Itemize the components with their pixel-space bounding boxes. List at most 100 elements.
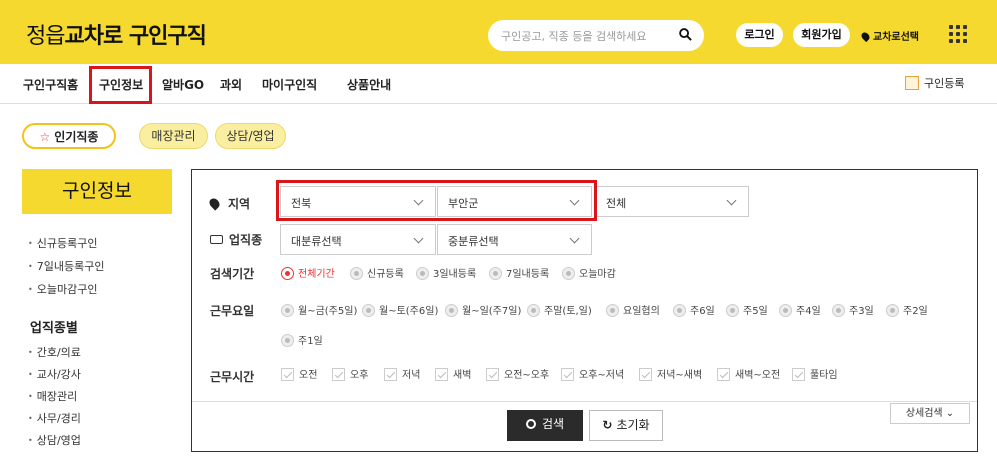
radio-icon [832, 304, 845, 317]
search-placeholder: 구인공고, 직종 등을 검색하세요 [501, 30, 647, 43]
period-option-label: 오늘마감 [579, 269, 616, 280]
time-option-label: 저녁~새벽 [657, 370, 703, 381]
days-option[interactable]: 주4일 [779, 302, 821, 317]
nav-home[interactable]: 구인구직홈 [23, 76, 78, 93]
time-option-label: 오후~저녁 [579, 370, 625, 381]
popular-jobs-chip[interactable]: ☆ 인기직종 [22, 123, 116, 149]
search-button-label: 검색 [541, 417, 565, 431]
sidebar-link-7days[interactable]: 7일내등록구인 [28, 255, 172, 278]
nav-albago[interactable]: 알바GO [162, 76, 204, 93]
radio-icon [606, 304, 619, 317]
days-option[interactable]: 주2일 [886, 302, 928, 317]
days-option[interactable]: 요일협의 [606, 302, 660, 317]
time-option[interactable]: 저녁 [384, 366, 420, 381]
sidebar-section-title: 업직종별 [30, 321, 78, 336]
nav-my-jobs[interactable]: 마이구인직 [262, 76, 317, 93]
register-label: 구인등록 [924, 77, 965, 90]
region-town-select[interactable]: 전체 [595, 186, 749, 217]
days-option-label: 주3일 [849, 306, 874, 317]
days-option-label: 월~금(주5일) [298, 306, 358, 317]
time-option[interactable]: 새벽 [435, 366, 471, 381]
sidebar-category[interactable]: 사무/경리 [28, 408, 172, 430]
nav-tutoring[interactable]: 과외 [220, 76, 242, 93]
days-option-label: 주5일 [743, 306, 768, 317]
time-option-label: 오후 [350, 370, 369, 381]
highlight-box-nav [89, 66, 152, 104]
period-option-closing[interactable]: 오늘마감 [562, 265, 616, 280]
search-input[interactable]: 구인공고, 직종 등을 검색하세요 [488, 20, 704, 51]
days-option[interactable]: 월~일(주7일) [445, 302, 521, 317]
days-option-label: 주1일 [298, 336, 323, 347]
register-job-button[interactable]: 구인등록 [905, 75, 964, 91]
period-option-label: 3일내등록 [433, 269, 477, 280]
time-option[interactable]: 풀타임 [792, 366, 838, 381]
days-option-label: 주말(토,일) [544, 306, 592, 317]
time-option-label: 풀타임 [810, 370, 838, 381]
days-option[interactable]: 주1일 [281, 332, 323, 347]
time-option[interactable]: 오전~오후 [486, 366, 549, 381]
login-button[interactable]: 로그인 [736, 23, 783, 47]
time-option-label: 새벽~오전 [735, 370, 781, 381]
days-option[interactable]: 주5일 [726, 302, 768, 317]
search-button[interactable]: 검색 [507, 410, 583, 441]
radio-icon [673, 304, 686, 317]
search-icon[interactable] [679, 28, 692, 41]
site-logo[interactable]: 정읍교차로 구인구직 [26, 18, 207, 50]
days-label: 근무요일 [210, 304, 255, 318]
chip-store-management[interactable]: 매장관리 [139, 123, 208, 149]
checkbox-icon [332, 368, 345, 381]
chip-sales-consulting[interactable]: 상담/영업 [215, 123, 286, 149]
days-option[interactable]: 주말(토,일) [527, 302, 592, 317]
days-option-label: 월~일(주7일) [462, 306, 522, 317]
job-minor-select[interactable]: 중분류선택 [437, 224, 592, 255]
reset-button-label: 초기화 [616, 418, 650, 432]
days-option-label: 주4일 [796, 306, 821, 317]
job-major-select[interactable]: 대분류선택 [280, 224, 436, 255]
region-row-label: 지역 [207, 195, 250, 212]
period-option-new[interactable]: 신규등록 [350, 265, 404, 280]
sidebar-category[interactable]: 간호/의료 [28, 342, 172, 364]
sidebar-category[interactable]: 상담/영업 [28, 430, 172, 452]
days-option[interactable]: 주6일 [673, 302, 715, 317]
checkbox-icon [384, 368, 397, 381]
time-option[interactable]: 오전 [281, 366, 317, 381]
radio-icon [489, 267, 502, 280]
time-option[interactable]: 오후 [332, 366, 368, 381]
nav-products[interactable]: 상품안내 [347, 76, 391, 93]
location-select[interactable]: 교차로선택 [859, 28, 919, 43]
sidebar-link-new[interactable]: 신규등록구인 [28, 232, 172, 255]
apps-grid-icon[interactable] [949, 25, 967, 43]
signup-button[interactable]: 회원가입 [793, 23, 850, 47]
job-label: 업직종 [229, 233, 263, 247]
days-option[interactable]: 주3일 [832, 302, 874, 317]
map-pin-icon [207, 196, 222, 211]
time-option[interactable]: 새벽~오전 [717, 366, 780, 381]
period-option-3days[interactable]: 3일내등록 [416, 265, 476, 280]
detail-search-toggle[interactable]: 상세검색 ⌄ [890, 403, 970, 424]
days-option[interactable]: 월~토(주6일) [362, 302, 438, 317]
sidebar-link-closing-today[interactable]: 오늘마감구인 [28, 278, 172, 301]
radio-icon [350, 267, 363, 280]
sidebar-category[interactable]: 매장관리 [28, 386, 172, 408]
time-option-label: 오전~오후 [504, 370, 550, 381]
panel-divider [192, 401, 977, 402]
brand-prefix: 정읍 [26, 24, 65, 49]
period-option-all[interactable]: 전체기간 [281, 265, 335, 280]
location-pin-icon [859, 30, 872, 43]
checkbox-icon [792, 368, 805, 381]
checkbox-icon [281, 368, 294, 381]
briefcase-icon [210, 235, 223, 244]
period-option-7days[interactable]: 7일내등록 [489, 265, 549, 280]
time-option-label: 오전 [299, 370, 318, 381]
time-option[interactable]: 저녁~새벽 [639, 366, 702, 381]
checkbox-icon [435, 368, 448, 381]
checkbox-icon [717, 368, 730, 381]
radio-icon [362, 304, 375, 317]
days-option[interactable]: 월~금(주5일) [281, 302, 357, 317]
highlight-box-region [276, 180, 597, 221]
reset-button[interactable]: ↻ 초기화 [589, 410, 663, 441]
time-option[interactable]: 오후~저녁 [561, 366, 624, 381]
days-option-label: 주2일 [903, 306, 928, 317]
sidebar-category[interactable]: 교사/강사 [28, 364, 172, 386]
refresh-icon: ↻ [602, 418, 613, 432]
